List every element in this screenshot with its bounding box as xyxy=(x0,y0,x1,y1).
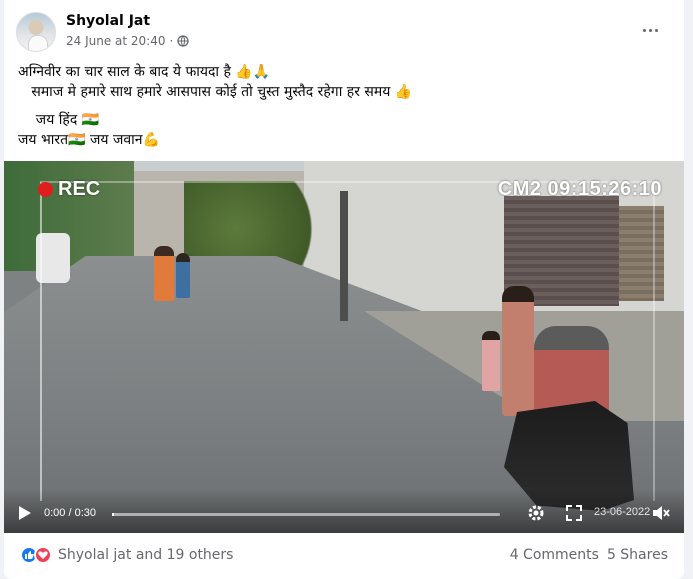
globe-icon[interactable] xyxy=(177,35,189,47)
more-options-icon[interactable] xyxy=(638,18,662,42)
post-header: Shyolal Jat 24 June at 20:40 · xyxy=(16,12,672,56)
rec-dot-icon xyxy=(38,182,53,197)
post-card: Shyolal Jat 24 June at 20:40 · अग्निवीर … xyxy=(4,0,684,579)
post-text-line: अग्निवीर का चार साल के बाद ये फायदा है 👍… xyxy=(18,64,271,80)
camera-frame xyxy=(40,181,655,501)
video-progress-fill xyxy=(112,513,114,516)
video-player[interactable]: REC CM2 09:15:26:10 0:00 / 0:30 23-06-20… xyxy=(4,161,684,533)
shares-count[interactable]: 5 Shares xyxy=(607,547,668,563)
author-name[interactable]: Shyolal Jat xyxy=(66,13,150,29)
camera-timestamp: CM2 09:15:26:10 xyxy=(497,178,662,200)
post-text-line: जय हिंद 🇮🇳 xyxy=(18,112,100,128)
engagement-counts: 4 Comments 5 Shares xyxy=(510,547,668,563)
post-text-line: जय भारत🇮🇳 जय जवान💪 xyxy=(18,132,160,148)
video-time: 0:00 / 0:30 xyxy=(44,507,96,519)
fullscreen-icon[interactable] xyxy=(564,503,584,523)
love-icon xyxy=(34,546,52,564)
reactions-text[interactable]: Shyolal jat and 19 others xyxy=(58,547,233,563)
avatar[interactable] xyxy=(16,12,56,52)
rec-label: REC xyxy=(58,178,101,200)
comments-count[interactable]: 4 Comments xyxy=(510,547,599,563)
post-text-line: समाज मे हमारे साथ हमारे आसपास कोई तो चुस… xyxy=(18,84,413,100)
video-progress-bar[interactable] xyxy=(112,513,500,516)
camera-date-overlay: 23-06-2022 xyxy=(594,506,651,518)
play-icon[interactable] xyxy=(18,505,32,521)
post-footer: Shyolal jat and 19 others 4 Comments 5 S… xyxy=(4,533,684,579)
post-timestamp[interactable]: 24 June at 20:40 xyxy=(66,34,166,48)
post-text-line xyxy=(18,102,668,110)
settings-icon[interactable] xyxy=(526,503,546,523)
video-controls: 0:00 / 0:30 23-06-2022 xyxy=(4,489,684,533)
reaction-summary[interactable]: Shyolal jat and 19 others xyxy=(20,546,233,564)
volume-muted-icon[interactable] xyxy=(650,503,670,523)
rec-indicator: REC xyxy=(38,178,100,201)
post-text: अग्निवीर का चार साल के बाद ये फायदा है 👍… xyxy=(18,62,668,150)
post-meta: 24 June at 20:40 · xyxy=(66,34,189,48)
